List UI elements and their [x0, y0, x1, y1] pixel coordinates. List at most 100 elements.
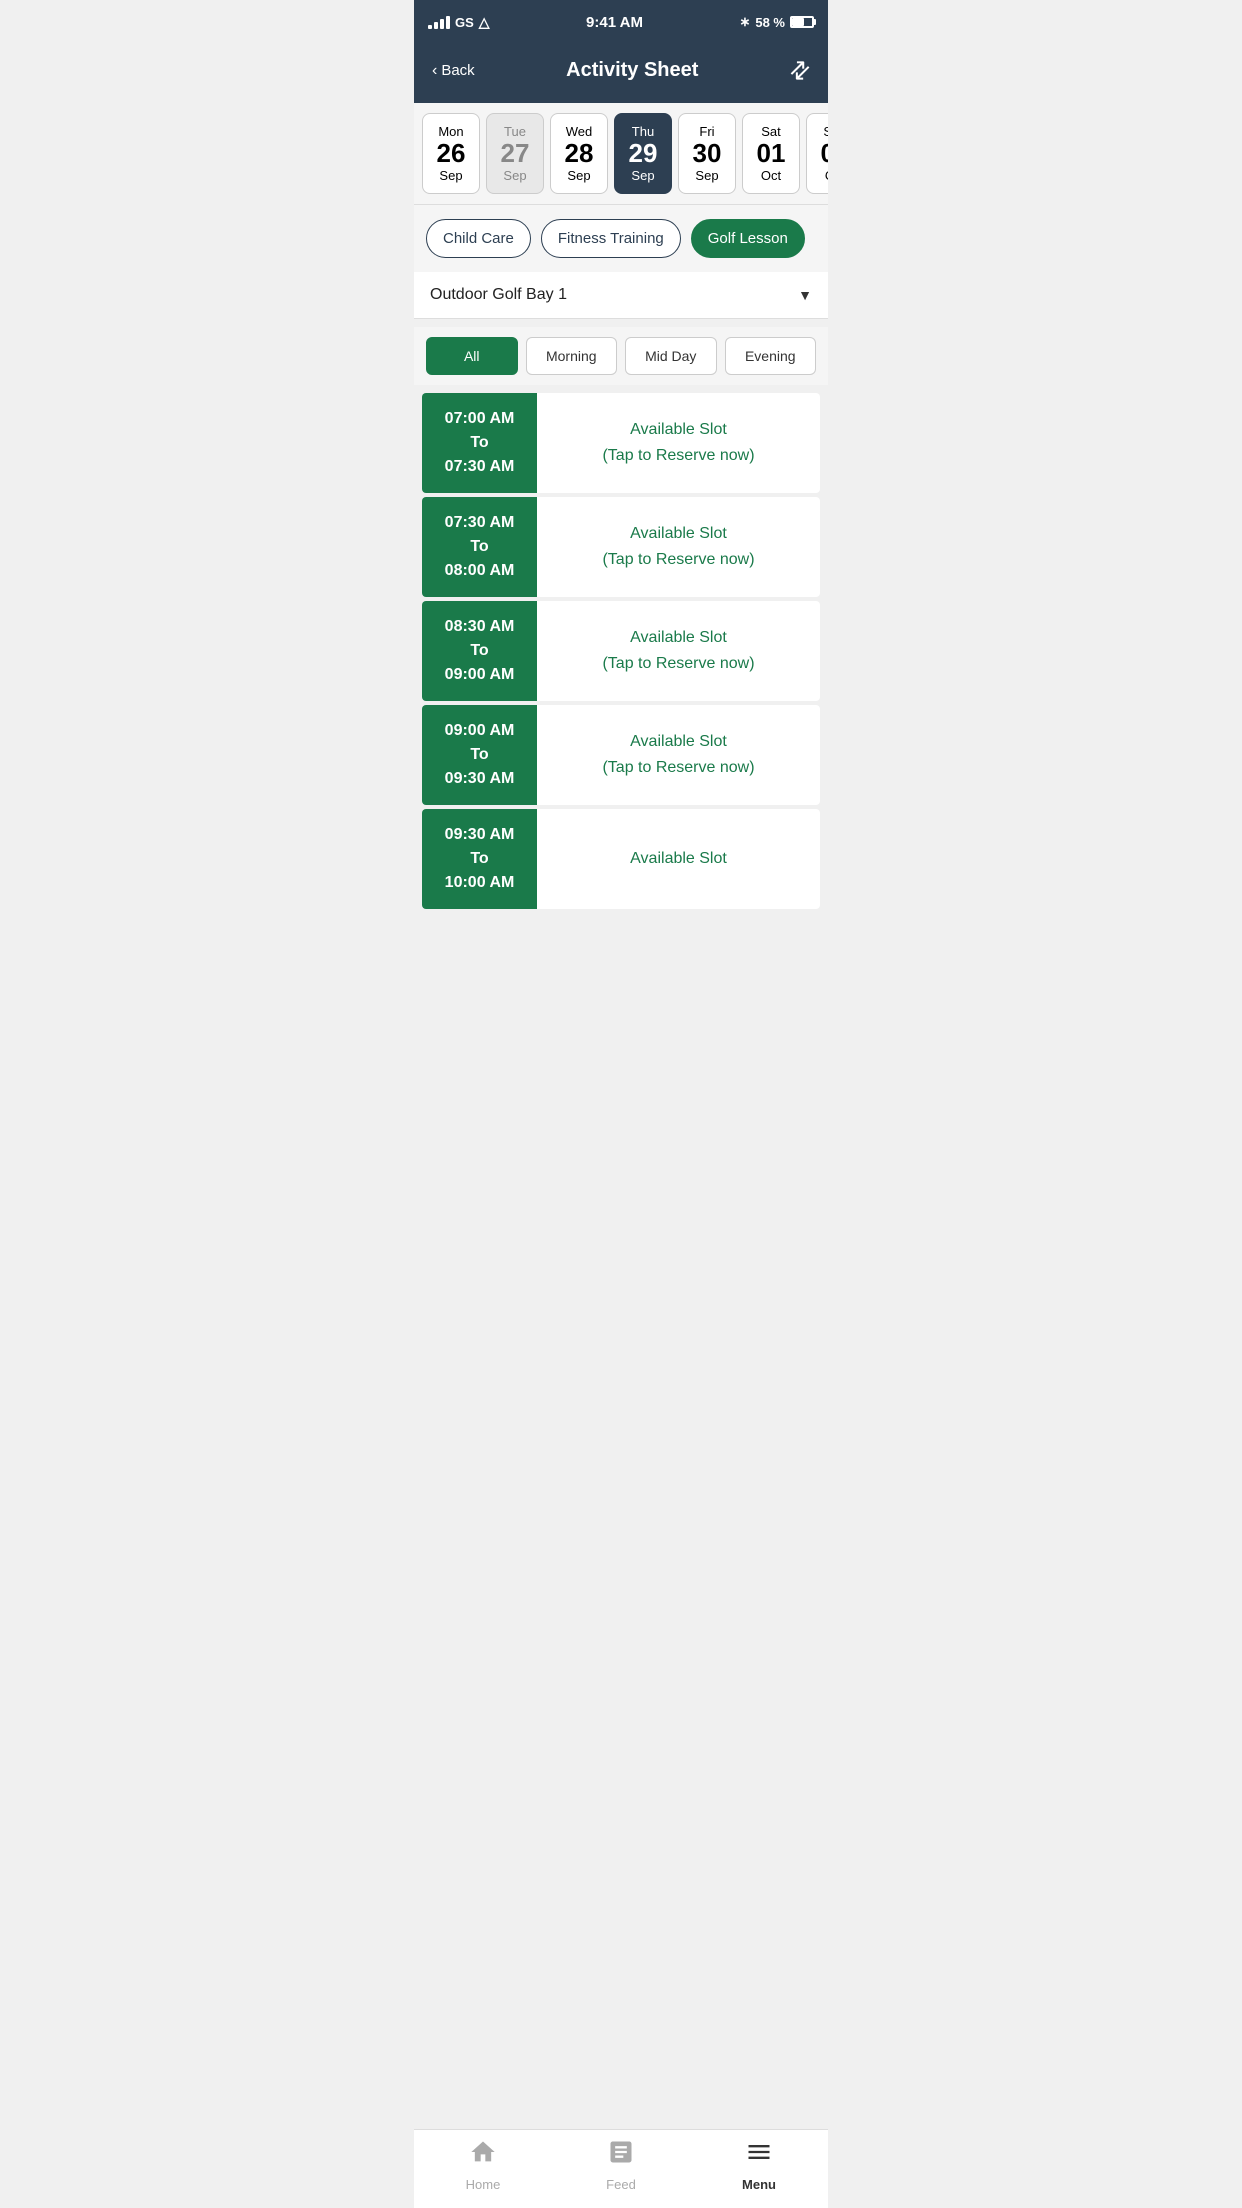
time-filter: AllMorningMid DayEvening [414, 327, 828, 385]
day-name: Tue [504, 124, 526, 139]
calendar-day-fri-30[interactable]: Fri 30 Sep [678, 113, 736, 194]
feed-icon [607, 2138, 635, 2173]
status-right: ∗ 58 % [739, 14, 814, 30]
slot-sublabel: (Tap to Reserve now) [602, 547, 754, 573]
time-separator: To [470, 639, 488, 663]
battery-icon [790, 16, 814, 28]
day-month: Sep [567, 168, 590, 183]
time-from: 08:30 AM [445, 615, 515, 639]
time-to: 09:00 AM [445, 663, 515, 687]
calendar-day-sat-01[interactable]: Sat 01 Oct [742, 113, 800, 194]
day-number: 29 [629, 139, 658, 168]
signal-icon [428, 16, 450, 29]
home-icon [469, 2138, 497, 2173]
day-name: Fri [699, 124, 714, 139]
swap-icon[interactable]: ⇄ [783, 53, 818, 88]
time-to: 07:30 AM [445, 455, 515, 479]
time-from: 09:00 AM [445, 719, 515, 743]
day-month: Sep [631, 168, 654, 183]
day-month: Sep [439, 168, 462, 183]
slot-info: Available Slot [537, 809, 820, 909]
page-title: Activity Sheet [566, 59, 698, 82]
filter-btn-evening[interactable]: Evening [725, 337, 817, 375]
nav-item-home[interactable]: Home [414, 2138, 552, 2192]
filter-btn-midday[interactable]: Mid Day [625, 337, 717, 375]
back-chevron-icon: ‹ [432, 62, 437, 80]
time-to: 10:00 AM [445, 871, 515, 895]
calendar-day-tue-27[interactable]: Tue 27 Sep [486, 113, 544, 194]
schedule-row-slot-3[interactable]: 08:30 AM To 09:00 AM Available Slot (Tap… [422, 601, 820, 701]
nav-label-menu: Menu [742, 2177, 776, 2192]
day-name: Sun [823, 124, 828, 139]
schedule-row-slot-4[interactable]: 09:00 AM To 09:30 AM Available Slot (Tap… [422, 705, 820, 805]
day-number: 30 [693, 139, 722, 168]
calendar-day-sun-02[interactable]: Sun 02 Oct [806, 113, 828, 194]
time-from: 09:30 AM [445, 823, 515, 847]
carrier-label: GS [455, 15, 474, 30]
location-dropdown[interactable]: Outdoor Golf Bay 1 ▼ [414, 272, 828, 319]
schedule-list: 07:00 AM To 07:30 AM Available Slot (Tap… [414, 385, 828, 917]
day-name: Sat [761, 124, 781, 139]
slot-label: Available Slot [630, 417, 727, 443]
status-bar: GS △ 9:41 AM ∗ 58 % [414, 0, 828, 44]
header: ‹ Back Activity Sheet ⇄ [414, 44, 828, 103]
time-block: 07:00 AM To 07:30 AM [422, 393, 537, 493]
time-separator: To [470, 743, 488, 767]
slot-label: Available Slot [630, 521, 727, 547]
time-block: 08:30 AM To 09:00 AM [422, 601, 537, 701]
status-left: GS △ [428, 14, 490, 31]
slot-sublabel: (Tap to Reserve now) [602, 755, 754, 781]
dropdown-label: Outdoor Golf Bay 1 [430, 286, 567, 304]
day-month: Sep [503, 168, 526, 183]
activity-tab-fitness-training[interactable]: Fitness Training [541, 219, 681, 258]
time-from: 07:30 AM [445, 511, 515, 535]
slot-info: Available Slot (Tap to Reserve now) [537, 497, 820, 597]
slot-sublabel: (Tap to Reserve now) [602, 651, 754, 677]
activity-tabs: Child Care Fitness Training Golf Lesson [414, 205, 828, 272]
slot-label: Available Slot [630, 729, 727, 755]
slot-info: Available Slot (Tap to Reserve now) [537, 705, 820, 805]
back-label: Back [441, 62, 474, 79]
time-separator: To [470, 847, 488, 871]
slot-label: Available Slot [630, 846, 727, 872]
day-name: Thu [632, 124, 654, 139]
activity-tab-child-care[interactable]: Child Care [426, 219, 531, 258]
day-name: Mon [438, 124, 463, 139]
schedule-row-slot-1[interactable]: 07:00 AM To 07:30 AM Available Slot (Tap… [422, 393, 820, 493]
slot-label: Available Slot [630, 625, 727, 651]
time-separator: To [470, 431, 488, 455]
slot-info: Available Slot (Tap to Reserve now) [537, 601, 820, 701]
time-to: 09:30 AM [445, 767, 515, 791]
time-block: 09:00 AM To 09:30 AM [422, 705, 537, 805]
battery-label: 58 % [755, 15, 785, 30]
schedule-row-slot-5[interactable]: 09:30 AM To 10:00 AM Available Slot [422, 809, 820, 909]
schedule-row-slot-2[interactable]: 07:30 AM To 08:00 AM Available Slot (Tap… [422, 497, 820, 597]
back-button[interactable]: ‹ Back [432, 62, 475, 80]
day-number: 26 [437, 139, 466, 168]
day-number: 28 [565, 139, 594, 168]
nav-label-home: Home [466, 2177, 501, 2192]
activity-tab-golf-lesson[interactable]: Golf Lesson [691, 219, 805, 258]
nav-item-menu[interactable]: Menu [690, 2138, 828, 2192]
calendar-day-wed-28[interactable]: Wed 28 Sep [550, 113, 608, 194]
time-from: 07:00 AM [445, 407, 515, 431]
day-number: 02 [821, 139, 828, 168]
calendar-day-thu-29[interactable]: Thu 29 Sep [614, 113, 672, 194]
nav-item-feed[interactable]: Feed [552, 2138, 690, 2192]
time-separator: To [470, 535, 488, 559]
day-month: Sep [695, 168, 718, 183]
clock: 9:41 AM [586, 14, 643, 31]
filter-btn-morning[interactable]: Morning [526, 337, 618, 375]
menu-icon [745, 2138, 773, 2173]
time-to: 08:00 AM [445, 559, 515, 583]
calendar-day-mon-26[interactable]: Mon 26 Sep [422, 113, 480, 194]
slot-sublabel: (Tap to Reserve now) [602, 443, 754, 469]
day-number: 01 [757, 139, 786, 168]
nav-label-feed: Feed [606, 2177, 636, 2192]
time-block: 07:30 AM To 08:00 AM [422, 497, 537, 597]
bottom-nav: Home Feed Menu [414, 2129, 828, 2208]
filter-btn-all[interactable]: All [426, 337, 518, 375]
calendar-strip: Mon 26 Sep Tue 27 Sep Wed 28 Sep Thu 29 … [414, 103, 828, 205]
slot-info: Available Slot (Tap to Reserve now) [537, 393, 820, 493]
day-month: Oct [761, 168, 781, 183]
